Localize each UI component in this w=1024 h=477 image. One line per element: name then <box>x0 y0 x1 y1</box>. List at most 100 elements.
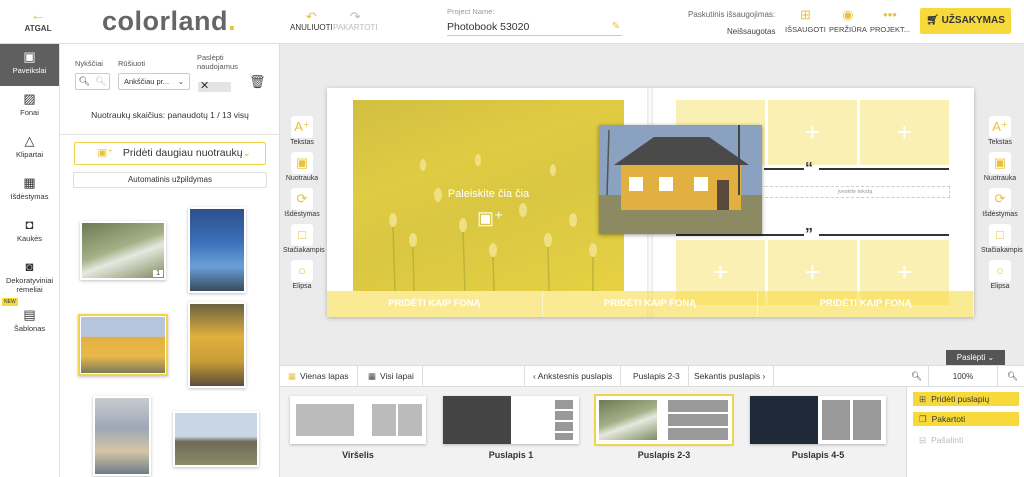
sidebar-item-cliparts[interactable]: △ Klipartai <box>0 128 59 170</box>
thumbnail-cover[interactable] <box>290 396 426 444</box>
hide-used-toggle[interactable]: ✕ <box>198 80 231 92</box>
arrow-left-icon: ← <box>30 7 46 24</box>
photo-image <box>190 209 244 291</box>
pencil-icon[interactable]: ✎ <box>612 18 620 36</box>
previous-page-button[interactable]: ‹ Ankstesnis puslapis <box>524 366 622 387</box>
decor-line <box>764 168 804 170</box>
thumbnail-page-4-5[interactable] <box>750 396 886 444</box>
sidebar-item-frames[interactable]: ◙ Dekoratyviniai rėmeliai <box>0 254 59 302</box>
text-icon: A⁺ <box>989 116 1011 138</box>
page-thumbnails-strip: Viršelis Puslapis 1 Puslapis 2-3 Puslapi… <box>280 387 906 477</box>
thumbnail-photo <box>599 400 657 440</box>
sort-label: Rūšiuoti <box>118 59 146 68</box>
new-badge: NEW <box>2 298 18 306</box>
sidebar-item-masks[interactable]: ◘ Kaukės <box>0 212 59 254</box>
close-icon: ✕ <box>200 80 210 92</box>
ellipse-tool[interactable]: ○ Elipsa <box>981 260 1019 296</box>
sidebar-item-pictures[interactable]: ▣ Paveikslai <box>0 44 59 86</box>
add-pages-button[interactable]: ⊞ Pridėti puslapių <box>913 392 1019 406</box>
zoom-in-icon[interactable]: 🔍︎ <box>95 76 106 87</box>
redo-button[interactable]: ↷ PAKARTOTI <box>333 10 377 32</box>
undo-button[interactable]: ↶ ANULIUOTI <box>290 10 333 32</box>
thumbnail-placeholder <box>668 400 728 440</box>
back-button[interactable]: ← ATGAL <box>18 7 58 34</box>
photo-image <box>190 304 244 386</box>
frame-icon: ◙ <box>25 259 34 274</box>
photos-panel: Nykščiai Rūšiuoti Paslėpti naudojamus 🔍︎… <box>60 44 280 477</box>
project-menu-button[interactable]: ••• PROJEKT... <box>870 7 910 35</box>
hide-used-label: Paslėpti naudojamus <box>197 53 238 71</box>
photo-image <box>95 398 149 474</box>
add-photo-tool[interactable]: ▣ Nuotrauka <box>283 152 321 188</box>
redo-icon: ↷ <box>349 9 361 24</box>
photo-slot[interactable]: + <box>768 100 857 165</box>
plus-icon: + <box>804 257 821 287</box>
add-as-background-button[interactable]: PRIDĖTI KAIP FONĄ <box>327 291 543 317</box>
add-image-icon: ▣⁺ <box>97 147 113 159</box>
sidebar-item-templates[interactable]: NEW ▤ Šablonas <box>0 298 59 344</box>
thumb-size-control: 🔍︎ 🔍︎ <box>75 73 110 90</box>
delete-pages-button[interactable]: ⊟ Pašalinti <box>913 433 1019 447</box>
order-button[interactable]: 🛒︎ UŽSAKYMAS <box>920 8 1011 34</box>
zoom-out-button[interactable]: 🔍︎ <box>906 366 927 387</box>
photo-thumb-yard[interactable] <box>173 411 259 467</box>
photo-thumb-house-side[interactable] <box>188 302 246 388</box>
ellipse-tool[interactable]: ○ Elipsa <box>283 260 321 296</box>
thumbs-label: Nykščiai <box>75 59 103 68</box>
book-spread: Paleiskite čia čia ▣⁺ + + + + + + “ įves… <box>327 88 975 317</box>
layout-tool[interactable]: ⟳ Išdėstymas <box>283 188 321 224</box>
add-as-background-bar: PRIDĖTI KAIP FONĄ PRIDĖTI KAIP FONĄ PRID… <box>327 291 975 317</box>
text-field[interactable]: įveskite tekstą <box>760 186 950 198</box>
layout-tool[interactable]: ⟳ Išdėstymas <box>981 188 1019 224</box>
dragged-photo-house[interactable] <box>599 125 762 234</box>
rectangle-tool[interactable]: □ Stačiakampis <box>283 224 325 260</box>
mask-icon: ◘ <box>25 217 34 232</box>
remove-page-icon: ⊟ <box>919 435 927 445</box>
save-button[interactable]: ⊞ IŠSAUGOTI <box>785 8 826 35</box>
photo-thumb-snowdrops[interactable]: 1 <box>80 221 166 280</box>
trash-icon[interactable]: 🗑︎ <box>249 74 266 90</box>
preview-button[interactable]: ◉ PERŽIŪRA <box>829 8 867 35</box>
zoom-level[interactable]: 100% <box>928 366 998 387</box>
add-as-background-button[interactable]: PRIDĖTI KAIP FONĄ <box>543 291 759 317</box>
page-actions-panel: ⊞ Pridėti puslapių ❐ Pakartoti ⊟ Pašalinti <box>906 387 1024 477</box>
decor-line <box>819 168 949 170</box>
photo-thumb-table[interactable] <box>93 396 151 476</box>
photo-slot[interactable]: + <box>860 100 949 165</box>
thumbnail-placeholder <box>750 396 818 444</box>
right-toolbar: A⁺ Tekstas ▣ Nuotrauka ⟳ Išdėstymas □ Stačia… <box>981 116 1023 296</box>
sort-select[interactable]: Ankščiau pr... ⌄ <box>118 73 190 90</box>
photo-thumb-tractor[interactable] <box>188 207 246 293</box>
copy-icon: ❐ <box>919 414 927 424</box>
single-page-view-button[interactable]: ▦ Vienas lapas <box>280 366 358 387</box>
all-pages-view-button[interactable]: ▦ Visi lapai <box>360 366 423 387</box>
add-image-icon: ▣ <box>989 152 1011 174</box>
thumbnail-page-1[interactable] <box>443 396 579 444</box>
hide-thumbnails-button[interactable]: Paslėpti ⌄ <box>946 350 1005 365</box>
chevron-down-icon: ⌄ <box>242 147 251 159</box>
add-photo-tool[interactable]: ▣ Nuotrauka <box>981 152 1019 188</box>
autofill-button[interactable]: Automatinis užpildymas <box>73 172 267 188</box>
rectangle-tool[interactable]: □ Stačiakampis <box>981 224 1023 260</box>
add-as-background-button[interactable]: PRIDĖTI KAIP FONĄ <box>758 291 975 317</box>
photo-count: Nuotraukų skaičius: panaudotų 1 / 13 vis… <box>91 110 249 120</box>
thumbnail-label: Viršelis <box>342 450 374 460</box>
chevron-right-icon: › <box>760 371 766 381</box>
add-photos-button[interactable]: ▣⁺ Pridėti daugiau nuotraukų ⌄ <box>74 142 266 165</box>
photo-thumb-house[interactable] <box>78 314 168 376</box>
sidebar-item-layout[interactable]: ▦ Išdėstymas <box>0 170 59 212</box>
zoom-out-icon[interactable]: 🔍︎ <box>79 76 90 87</box>
undo-icon: ↶ <box>305 9 317 24</box>
thumbnail-placeholder <box>372 404 422 436</box>
add-text-tool[interactable]: A⁺ Tekstas <box>981 116 1019 152</box>
thumbnail-page-2-3[interactable] <box>594 394 734 446</box>
add-text-tool[interactable]: A⁺ Tekstas <box>283 116 321 152</box>
project-name-input[interactable]: Photobook 53020 ✎ <box>447 18 622 36</box>
more-icon: ••• <box>883 7 897 22</box>
sidebar-item-backgrounds[interactable]: ▨ Fonai <box>0 86 59 128</box>
next-page-button[interactable]: Sekantis puslapis › <box>686 366 775 387</box>
zoom-in-button[interactable]: 🔍︎ <box>1002 366 1023 387</box>
left-page-photo-slot[interactable]: Paleiskite čia čia ▣⁺ <box>353 100 624 291</box>
decor-line <box>676 234 804 236</box>
repeat-button[interactable]: ❐ Pakartoti <box>913 412 1019 426</box>
